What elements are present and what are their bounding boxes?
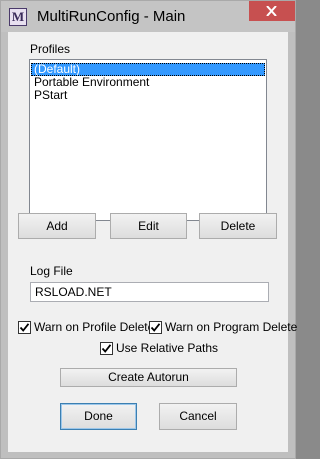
profile-item-pstart[interactable]: PStart	[31, 89, 265, 102]
use-relative-paths-checkbox[interactable]: Use Relative Paths	[100, 341, 218, 355]
client-area: Profiles (Default) Portable Environment …	[8, 32, 297, 452]
close-icon	[266, 6, 277, 16]
use-relative-paths-label: Use Relative Paths	[116, 341, 219, 355]
checkmark-icon	[19, 322, 30, 332]
checkbox-box	[149, 320, 162, 334]
window-title: MultiRunConfig - Main	[37, 8, 186, 25]
title-bar[interactable]: M MultiRunConfig - Main	[1, 1, 295, 32]
edit-button[interactable]: Edit	[110, 213, 187, 239]
log-file-input[interactable]: RSLOAD.NET	[30, 282, 269, 302]
profiles-label: Profiles	[30, 42, 71, 56]
delete-button[interactable]: Delete	[199, 213, 277, 239]
warn-program-delete-checkbox[interactable]: Warn on Program Delete	[149, 320, 297, 334]
checkmark-icon	[101, 343, 112, 353]
main-window: M MultiRunConfig - Main Profiles (Defaul…	[0, 0, 297, 459]
checkbox-box	[18, 320, 31, 334]
app-icon[interactable]: M	[9, 8, 27, 26]
create-autorun-button[interactable]: Create Autorun	[60, 368, 237, 387]
warn-profile-delete-label: Warn on Profile Delete	[34, 320, 155, 334]
warn-profile-delete-checkbox[interactable]: Warn on Profile Delete	[18, 320, 154, 334]
add-button[interactable]: Add	[18, 213, 96, 239]
warn-program-delete-label: Warn on Program Delete	[165, 320, 298, 334]
close-button[interactable]	[249, 1, 295, 21]
checkbox-box	[100, 341, 113, 355]
checkmark-icon	[150, 322, 161, 332]
cancel-button[interactable]: Cancel	[159, 403, 237, 430]
log-file-label: Log File	[30, 264, 73, 278]
profiles-listbox[interactable]: (Default) Portable Environment PStart	[29, 59, 267, 221]
done-button[interactable]: Done	[60, 403, 137, 430]
